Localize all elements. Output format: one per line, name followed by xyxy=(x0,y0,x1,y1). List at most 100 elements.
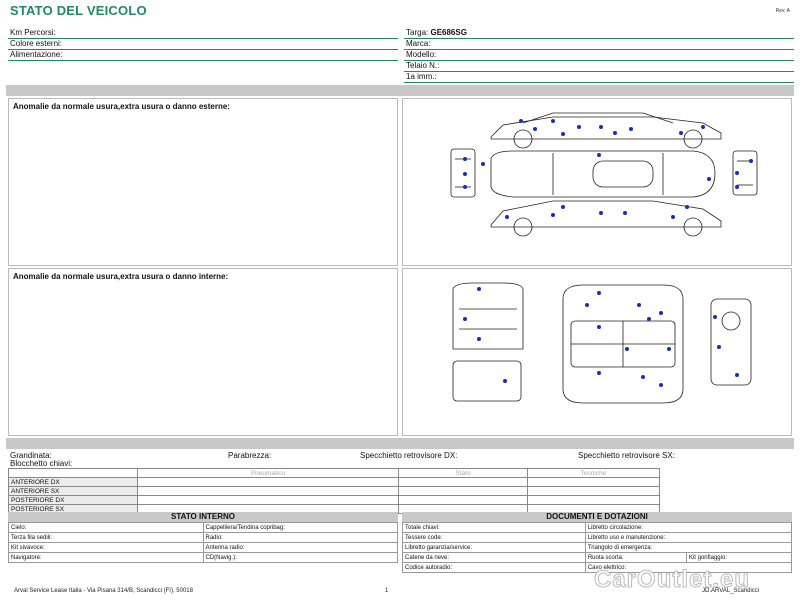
interior-top-view xyxy=(562,284,684,404)
table-cell: Tessere code: xyxy=(402,532,586,543)
table-row: Cielo: Cappelliera/Tendina copribag: xyxy=(8,522,398,533)
interior-rear-view xyxy=(452,360,522,402)
table-cell: Terza fila sedili: xyxy=(8,532,204,543)
damage-dot xyxy=(561,132,565,136)
damage-dot xyxy=(713,315,717,319)
table-cell: Kit sivavoce: xyxy=(8,542,204,553)
table-cell: Triangolo di emergenza: xyxy=(584,542,793,553)
telaio-field: Telaio N.: xyxy=(406,61,440,70)
damage-dot xyxy=(463,172,467,176)
damage-dot xyxy=(613,131,617,135)
revision-label: Rev. A xyxy=(775,8,790,14)
divider xyxy=(8,38,398,39)
interior-dashboard-view xyxy=(710,298,752,386)
table-cell: Catene da neve: xyxy=(402,552,586,563)
divider xyxy=(404,38,794,39)
footer-address: Arval Service Lease Italia - Via Pisana … xyxy=(14,588,193,594)
car-top-view xyxy=(490,150,716,198)
divider xyxy=(404,82,794,83)
tyre-position: ANTERIORE SX xyxy=(8,486,138,496)
table-cell[interactable] xyxy=(527,495,660,505)
damage-dot xyxy=(577,125,581,129)
damage-dot xyxy=(533,127,537,131)
divider xyxy=(8,49,398,50)
table-row: Terza fila sedili: Radio: xyxy=(8,532,398,543)
damage-dot xyxy=(561,205,565,209)
table-cell[interactable] xyxy=(398,477,528,487)
table-cell: Libretto circolazione: xyxy=(584,522,793,533)
table-row: Totale chiavi: Libretto circolazione: xyxy=(402,522,793,533)
damage-dot xyxy=(637,303,641,307)
damage-dot xyxy=(519,119,523,123)
watermark: CarOutlet.eu xyxy=(593,566,751,594)
table-cell: Totale chiavi: xyxy=(402,522,586,533)
internal-notes-label: Anomalie da normale usura,extra usura o … xyxy=(13,272,229,281)
table-cell[interactable] xyxy=(137,495,399,505)
tyres-header-row: Pneumatico Stato Tecniche xyxy=(8,468,660,478)
damage-dot xyxy=(735,185,739,189)
table-cell: Cielo: xyxy=(8,522,204,533)
specchietto-dx-label: Specchietto retrovisore DX: xyxy=(360,451,458,460)
table-cell[interactable] xyxy=(398,495,528,505)
damage-dot xyxy=(505,215,509,219)
table-cell[interactable] xyxy=(527,477,660,487)
damage-dot xyxy=(701,125,705,129)
documenti-title: DOCUMENTI E DOTAZIONI xyxy=(402,512,792,522)
table-cell: Cappelliera/Tendina copribag: xyxy=(202,522,398,533)
table-cell: Navigatore: xyxy=(8,552,204,563)
tyres-header: Pneumatico xyxy=(137,468,399,478)
damage-dot xyxy=(477,287,481,291)
damage-dot xyxy=(679,131,683,135)
stato-interno-table: Cielo: Cappelliera/Tendina copribag: Terz… xyxy=(8,522,398,563)
stato-interno-section: STATO INTERNO Cielo: Cappelliera/Tendina … xyxy=(8,512,398,563)
table-cell: Kit gonfiaggio: xyxy=(685,552,793,563)
table-cell: Antenna radio: xyxy=(202,542,398,553)
damage-dot xyxy=(629,127,633,131)
external-diagram-panel xyxy=(402,98,792,266)
page-number: 1 xyxy=(385,588,389,594)
immatricolazione-field: 1a imm.: xyxy=(406,72,437,81)
targa-value: GE686SG xyxy=(430,28,467,37)
damage-dot xyxy=(685,205,689,209)
damage-dot xyxy=(597,371,601,375)
interior-front-view xyxy=(452,282,524,350)
stato-interno-title: STATO INTERNO xyxy=(8,512,398,522)
damage-dot xyxy=(749,159,753,163)
damage-dot xyxy=(667,347,671,351)
table-cell[interactable] xyxy=(137,486,399,496)
car-exterior-diagram xyxy=(450,112,758,237)
table-cell: Radio: xyxy=(202,532,398,543)
table-cell: Libretto garanzia/service: xyxy=(402,542,586,553)
page-title: STATO DEL VEICOLO xyxy=(10,3,147,18)
tyres-header: Stato xyxy=(398,468,528,478)
table-row: Kit sivavoce: Antenna radio: xyxy=(8,542,398,553)
damage-dot xyxy=(717,345,721,349)
damage-dot xyxy=(599,211,603,215)
damage-dot xyxy=(503,379,507,383)
alimentazione-field: Alimentazione: xyxy=(10,50,63,59)
specchietto-sx-label: Specchietto retrovisore SX: xyxy=(578,451,675,460)
damage-markers xyxy=(463,119,753,219)
table-cell[interactable] xyxy=(137,477,399,487)
parabrezza-label: Parabrezza: xyxy=(228,451,272,460)
damage-dot xyxy=(735,373,739,377)
damage-dot xyxy=(585,303,589,307)
table-row: POSTERIORE DX xyxy=(8,495,660,505)
car-front-view xyxy=(450,148,476,198)
table-cell: Libretto uso e manutenzione: xyxy=(584,532,793,543)
damage-dot xyxy=(481,162,485,166)
section-band xyxy=(6,438,794,449)
damage-dot xyxy=(735,171,739,175)
damage-dot xyxy=(551,119,555,123)
divider xyxy=(8,60,398,61)
table-cell[interactable] xyxy=(527,486,660,496)
damage-dot xyxy=(597,153,601,157)
external-notes-label: Anomalie da normale usura,extra usura o … xyxy=(13,102,230,111)
marca-field: Marca: xyxy=(406,39,431,48)
section-band xyxy=(6,85,794,96)
table-row: Tessere code: Libretto uso e manutenzione… xyxy=(402,532,793,543)
table-cell[interactable] xyxy=(398,486,528,496)
table-row: Libretto garanzia/service: Triangolo di e… xyxy=(402,542,793,553)
targa-field: Targa: GE686SG xyxy=(406,28,467,37)
interior-damage-markers xyxy=(463,287,739,387)
